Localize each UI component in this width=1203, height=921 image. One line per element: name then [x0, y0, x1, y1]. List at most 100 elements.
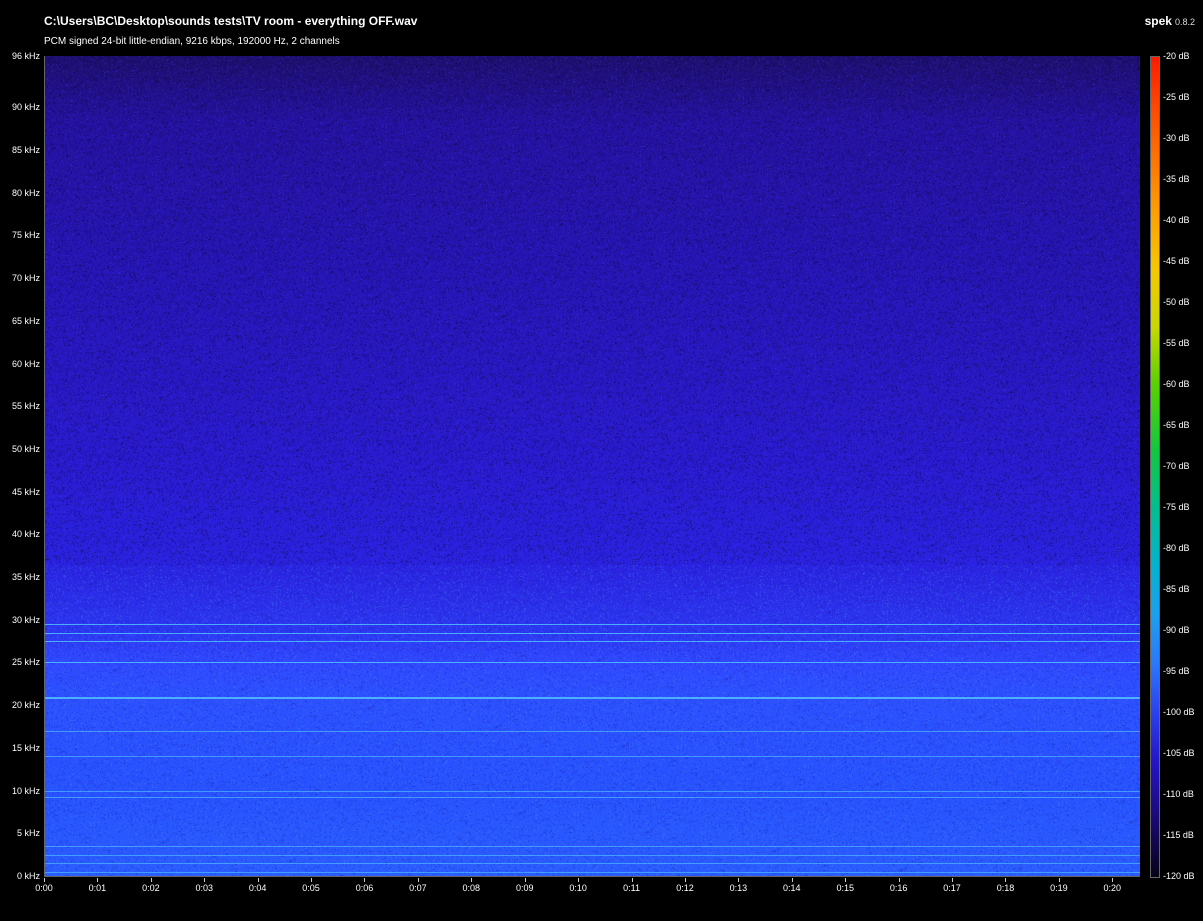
db-tick-label: -30 dB [1163, 133, 1190, 143]
time-tick [1058, 878, 1060, 882]
app-version: 0.8.2 [1174, 17, 1195, 27]
frequency-tick-label: 96 kHz [11, 51, 40, 61]
time-tick [1112, 878, 1114, 882]
time-tick-label: 0:07 [409, 883, 427, 893]
time-tick-label: 0:02 [142, 883, 160, 893]
spectral-line [45, 756, 1140, 758]
frequency-tick-label: 85 kHz [11, 144, 40, 155]
frequency-tick-label: 70 kHz [11, 273, 40, 284]
spectral-line [45, 871, 1140, 873]
frequency-tick-label: 25 kHz [11, 657, 40, 668]
frequency-tick-label: 50 kHz [11, 443, 40, 454]
time-tick-label: 0:10 [569, 883, 587, 893]
time-tick [364, 878, 366, 882]
db-colorbar [1150, 56, 1160, 878]
spectral-line [45, 624, 1140, 626]
db-tick-label: -20 dB [1163, 51, 1190, 61]
db-tick-label: -25 dB [1163, 92, 1190, 102]
db-tick-label: -105 dB [1163, 748, 1195, 758]
time-tick [150, 878, 152, 882]
db-tick-label: -45 dB [1163, 256, 1190, 266]
frequency-tick-label: 35 kHz [11, 572, 40, 583]
db-tick-label: -120 dB [1163, 871, 1195, 881]
db-tick-label: -35 dB [1163, 174, 1190, 184]
time-tick [631, 878, 633, 882]
frequency-tick-label: 0 kHz [16, 871, 40, 881]
frequency-tick-label: 30 kHz [11, 614, 40, 625]
time-tick-label: 0:17 [943, 883, 961, 893]
db-tick-label: -55 dB [1163, 338, 1190, 348]
frequency-tick-label: 90 kHz [11, 102, 40, 113]
frequency-tick-label: 60 kHz [11, 358, 40, 369]
time-tick [738, 878, 740, 882]
time-tick [524, 878, 526, 882]
file-path-title: C:\Users\BC\Desktop\sounds tests\TV room… [44, 14, 418, 28]
spectral-line [45, 632, 1140, 634]
time-tick-label: 0:12 [676, 883, 694, 893]
time-tick [898, 878, 900, 882]
time-tick [204, 878, 206, 882]
db-tick-label: -95 dB [1163, 666, 1190, 676]
time-tick-label: 0:15 [836, 883, 854, 893]
frequency-tick-label: 45 kHz [11, 486, 40, 497]
time-tick-label: 0:13 [729, 883, 748, 893]
db-tick-label: -115 dB [1163, 830, 1194, 840]
time-tick [257, 878, 259, 882]
time-tick-label: 0:14 [783, 883, 801, 893]
db-tick-label: -60 dB [1163, 379, 1190, 389]
time-tick [471, 878, 473, 882]
time-axis: 0:00 0:01 0:02 0:03 0:04 0:05 0:06 0:07 0:08 0:09… [35, 878, 1139, 908]
db-tick-label: -110 dB [1163, 789, 1194, 799]
time-tick-label: 0:04 [248, 883, 267, 893]
time-tick-label: 0:03 [195, 883, 213, 893]
db-tick-label: -70 dB [1163, 461, 1190, 471]
db-tick-label: -40 dB [1163, 215, 1190, 225]
spectral-line [45, 696, 1140, 699]
db-tick-label: -90 dB [1163, 625, 1190, 635]
time-tick-label: 0:19 [1050, 883, 1068, 893]
db-tick-label: -80 dB [1163, 543, 1190, 553]
stream-info: PCM signed 24-bit little-endian, 9216 kb… [44, 36, 340, 47]
spectral-line [45, 854, 1140, 856]
db-tick-label: -100 dB [1163, 707, 1195, 717]
time-tick-label: 0:08 [462, 883, 481, 893]
time-tick-label: 0:01 [88, 883, 107, 893]
db-tick-label: -50 dB [1163, 297, 1190, 307]
spectrogram-noise [45, 56, 1140, 876]
spectral-line [45, 730, 1140, 732]
spectral-line [45, 797, 1140, 799]
frequency-tick-label: 15 kHz [11, 742, 40, 753]
frequency-tick-label: 10 kHz [11, 785, 40, 796]
spectral-line [45, 863, 1140, 865]
spectral-line [45, 790, 1140, 792]
db-scale: -20 dB -25 dB -30 dB -35 dB -40 dB -45 dB -50 … [1163, 51, 1203, 881]
spectral-line [45, 641, 1140, 643]
frequency-tick-label: 65 kHz [11, 315, 40, 326]
app-name: spek [1144, 14, 1172, 28]
time-tick [1005, 878, 1007, 882]
spectral-line [45, 662, 1140, 664]
db-tick-label: -65 dB [1163, 420, 1190, 430]
spectrogram-area[interactable] [44, 56, 1140, 877]
time-tick-label: 0:16 [889, 883, 908, 893]
time-tick-label: 0:00 [35, 883, 53, 893]
time-tick [952, 878, 954, 882]
time-tick [791, 878, 793, 882]
time-tick [311, 878, 313, 882]
time-tick-label: 0:11 [623, 883, 640, 893]
frequency-axis: 96 kHz 90 kHz 85 kHz 80 kHz 75 kHz 70 kHz 65 k… [0, 51, 40, 881]
spek-window: C:\Users\BC\Desktop\sounds tests\TV room… [0, 0, 1203, 921]
frequency-tick-label: 20 kHz [11, 700, 40, 711]
frequency-tick-label: 5 kHz [16, 828, 40, 839]
time-tick [97, 878, 99, 882]
time-tick-label: 0:20 [1103, 883, 1122, 893]
frequency-tick-label: 75 kHz [11, 230, 40, 241]
app-brand: spek 0.8.2 [1145, 14, 1195, 28]
time-tick [417, 878, 419, 882]
time-tick-label: 0:05 [302, 883, 320, 893]
time-tick-label: 0:09 [515, 883, 534, 893]
time-tick [44, 878, 45, 882]
time-tick [578, 878, 580, 882]
frequency-tick-label: 80 kHz [11, 187, 40, 198]
spectral-line [45, 846, 1140, 848]
